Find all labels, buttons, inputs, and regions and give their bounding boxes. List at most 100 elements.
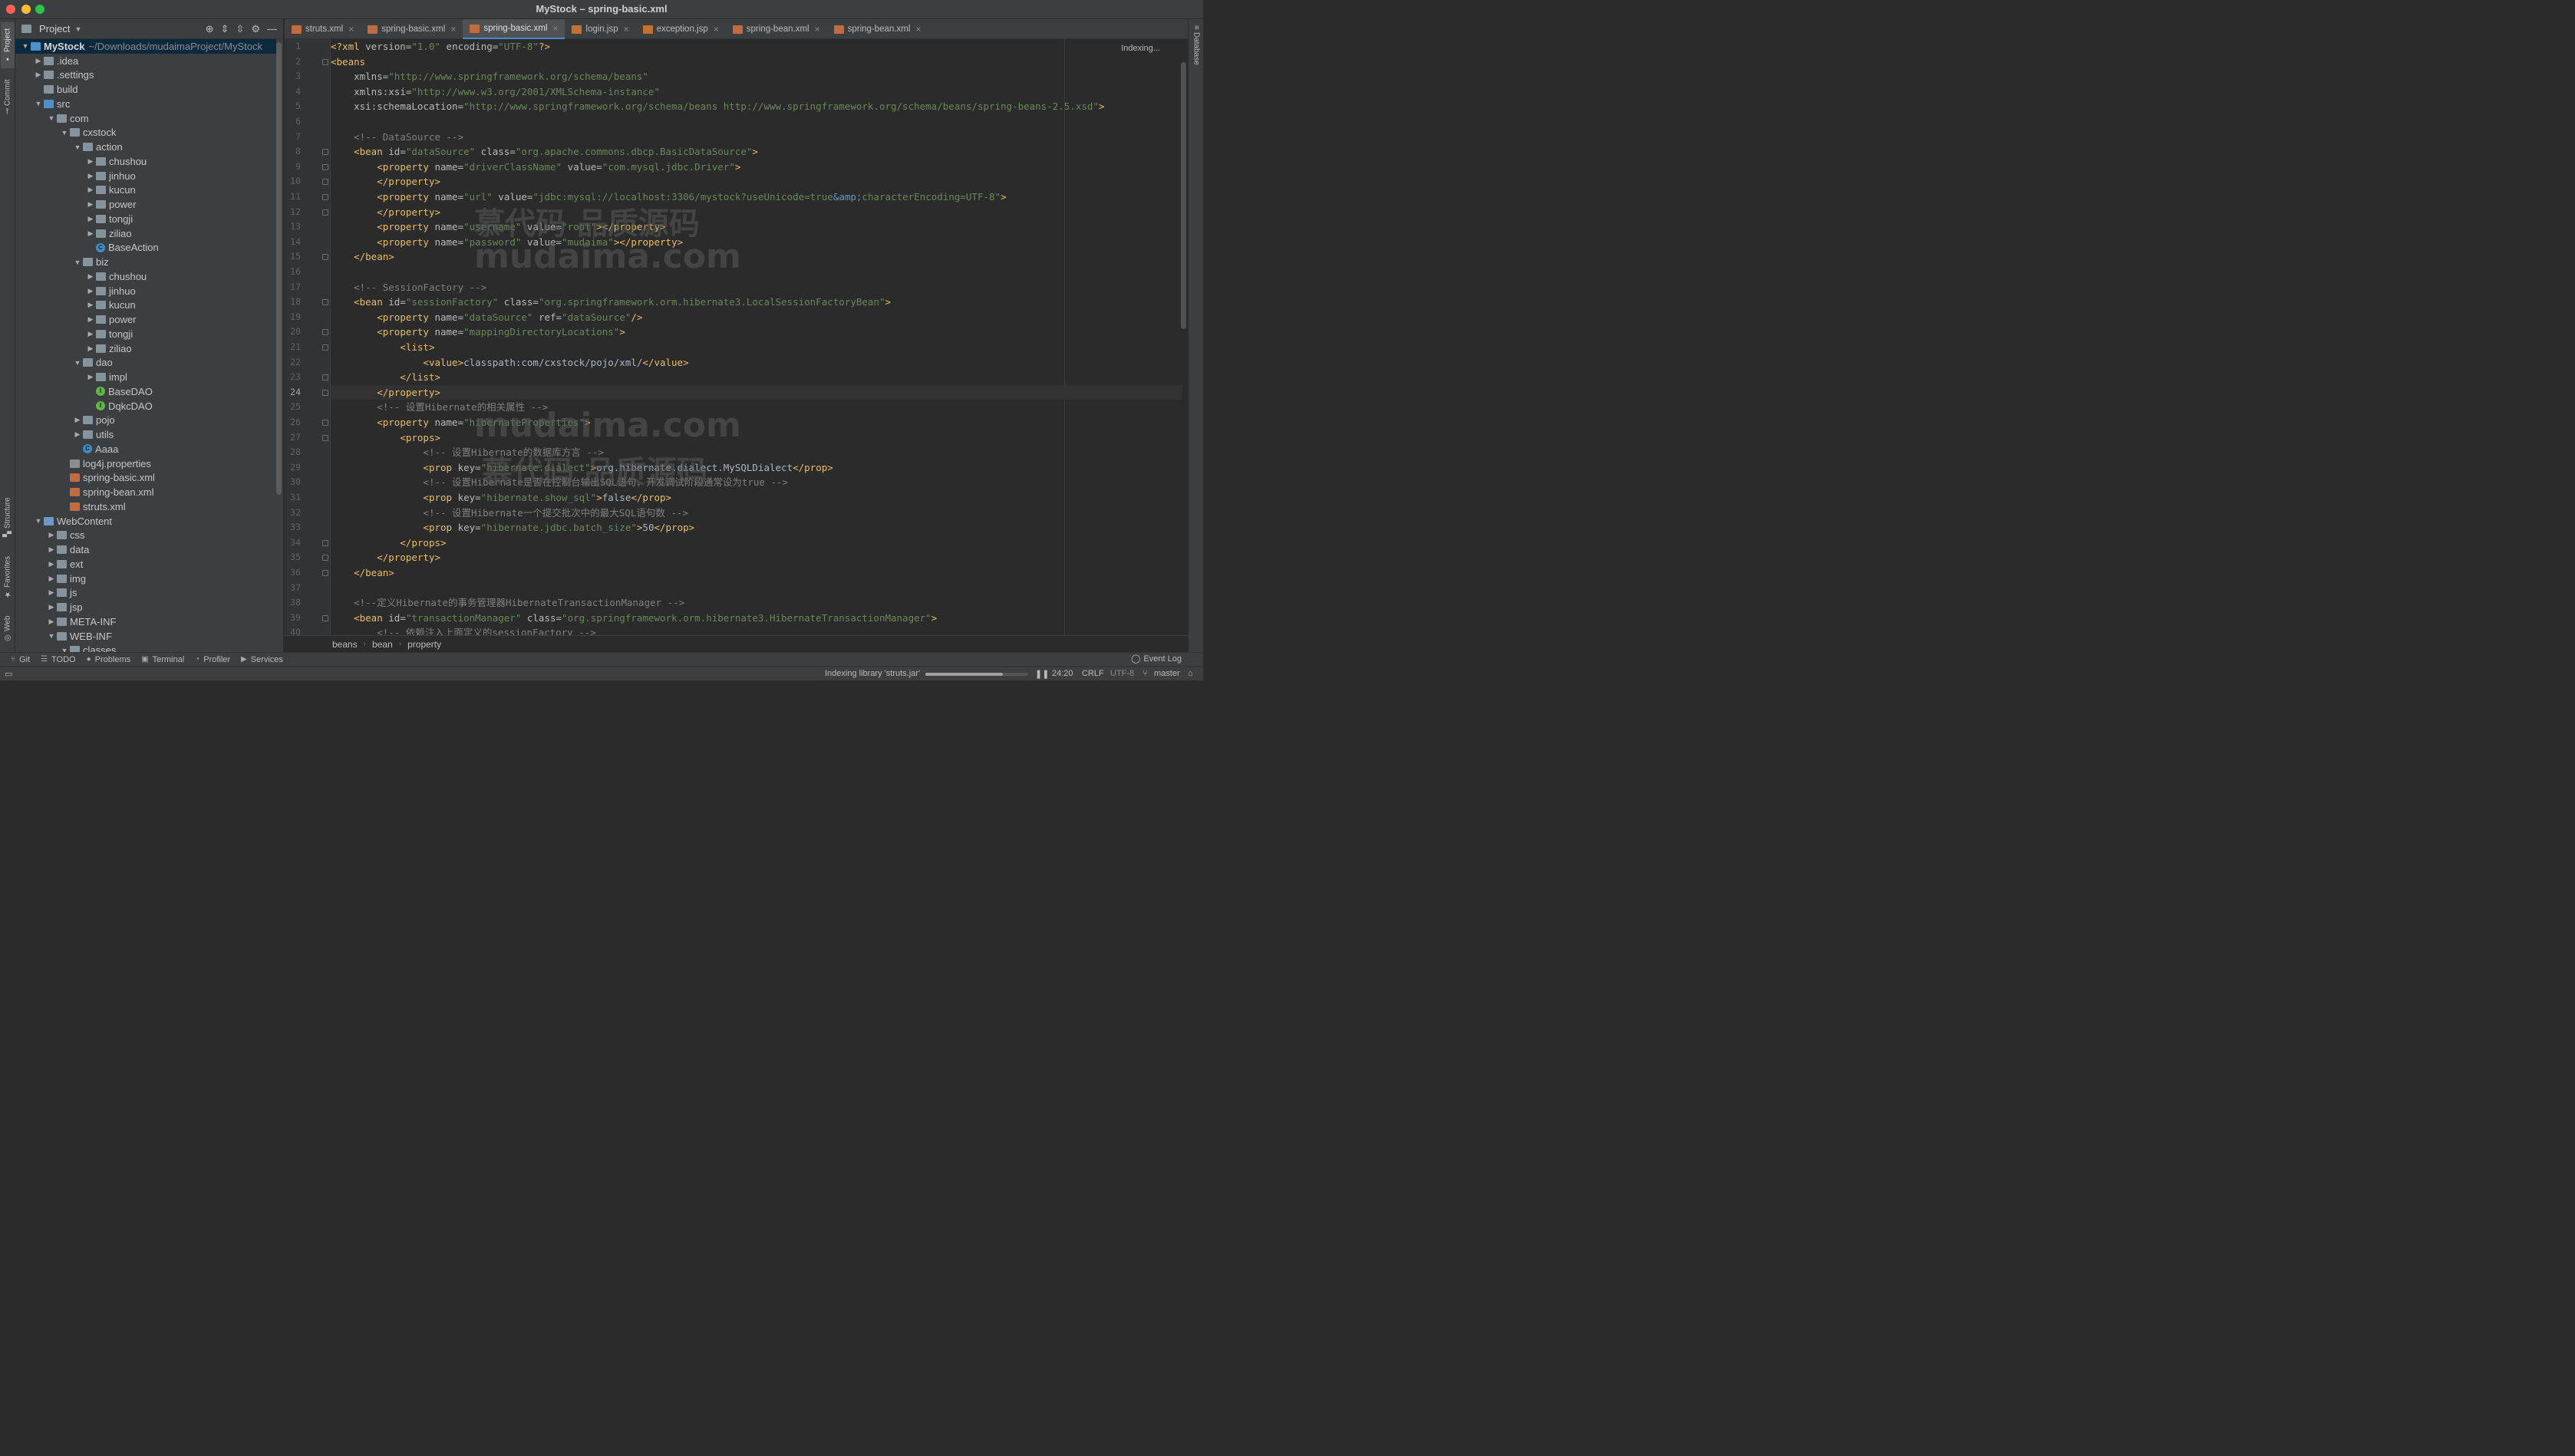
maximize-window-button[interactable] bbox=[35, 5, 45, 14]
fold-marker-icon[interactable] bbox=[322, 614, 328, 621]
chevron-down-icon[interactable]: ▼ bbox=[46, 632, 57, 640]
close-icon[interactable]: × bbox=[450, 24, 456, 35]
fold-marker-icon[interactable] bbox=[322, 434, 328, 441]
code-line[interactable]: <property name="dataSource" ref="dataSou… bbox=[331, 310, 642, 325]
code-line[interactable]: <!-- 设置Hibernate一个提交批次中的最大SQL语句数 --> bbox=[331, 506, 688, 521]
code-line[interactable]: </property> bbox=[331, 174, 440, 189]
tree-item[interactable]: ▼ WEB-INF bbox=[15, 629, 276, 644]
fold-marker-icon[interactable] bbox=[322, 209, 328, 216]
code-line[interactable]: <!--定义Hibernate的事务管理器HibernateTransactio… bbox=[331, 595, 684, 611]
code-line[interactable]: <prop key="hibernate.dialect">org.hibern… bbox=[331, 460, 833, 476]
code-line[interactable]: <?xml version="1.0" encoding="UTF-8"?> bbox=[331, 39, 550, 54]
tree-item[interactable]: struts.xml bbox=[15, 499, 276, 514]
tree-item[interactable]: C Aaaa bbox=[15, 442, 276, 456]
tree-item[interactable]: ▶ power bbox=[15, 197, 276, 212]
web-tool-tab[interactable]: ◎ Web bbox=[1, 611, 15, 647]
chevron-down-icon[interactable]: ▼ bbox=[74, 25, 81, 33]
terminal-tool-button[interactable]: ▣ Terminal bbox=[141, 655, 184, 664]
code-line[interactable]: <property name="mappingDirectoryLocation… bbox=[331, 324, 625, 340]
tree-item[interactable]: ▶ .idea bbox=[15, 54, 276, 68]
code-line[interactable]: <beans bbox=[331, 54, 365, 70]
fold-marker-icon[interactable] bbox=[322, 149, 328, 156]
editor-tab[interactable]: spring-bean.xml × bbox=[827, 19, 928, 39]
code-line[interactable]: <prop key="hibernate.jdbc.batch_size">50… bbox=[331, 520, 694, 535]
tree-item[interactable]: build bbox=[15, 82, 276, 97]
code-line[interactable]: xsi:schemaLocation="http://www.springfra… bbox=[331, 99, 1104, 114]
fold-marker-icon[interactable] bbox=[322, 539, 328, 546]
tree-item[interactable]: C BaseAction bbox=[15, 241, 276, 255]
tree-item[interactable]: ▶ ziliao bbox=[15, 341, 276, 356]
tree-item[interactable]: ▶ jinhuo bbox=[15, 284, 276, 298]
tree-item[interactable]: ▶ kucun bbox=[15, 183, 276, 198]
fold-marker-icon[interactable] bbox=[322, 194, 328, 200]
tree-item[interactable]: ▶ pojo bbox=[15, 413, 276, 428]
tree-item[interactable]: ▼ action bbox=[15, 140, 276, 154]
chevron-right-icon[interactable]: ▶ bbox=[72, 430, 83, 439]
editor-scrollbar[interactable] bbox=[1181, 62, 1186, 329]
panel-toggle-icon[interactable]: ▭ bbox=[5, 669, 12, 679]
tree-item[interactable]: ▶ css bbox=[15, 529, 276, 543]
close-icon[interactable]: × bbox=[714, 24, 719, 35]
tree-item[interactable]: spring-bean.xml bbox=[15, 485, 276, 499]
tree-item[interactable]: ▶ kucun bbox=[15, 298, 276, 313]
chevron-right-icon[interactable]: ▶ bbox=[85, 215, 96, 223]
tree-item[interactable]: ▶ jinhuo bbox=[15, 169, 276, 183]
code-line[interactable]: <prop key="hibernate.show_sql">false</pr… bbox=[331, 490, 671, 506]
chevron-right-icon[interactable]: ▶ bbox=[85, 301, 96, 309]
lock-icon[interactable]: ⌂ bbox=[1188, 669, 1193, 678]
chevron-down-icon[interactable]: ▼ bbox=[72, 259, 83, 266]
code-editor[interactable]: 1 2 3 4 5 6 7 8 9 10 11 12 13 14 15 16 17 18 19 20 21 22 23 24 2… bbox=[285, 39, 1188, 635]
tree-item[interactable]: ▼ classes bbox=[15, 644, 276, 652]
tree-item[interactable]: ▶ tongji bbox=[15, 327, 276, 341]
chevron-down-icon[interactable]: ▼ bbox=[46, 114, 57, 122]
tree-item[interactable]: ▶ img bbox=[15, 572, 276, 586]
close-icon[interactable]: × bbox=[915, 24, 921, 35]
breadcrumb-item[interactable]: property bbox=[407, 639, 441, 650]
fold-marker-icon[interactable] bbox=[322, 420, 328, 426]
git-tool-button[interactable]: ⑂ Git bbox=[11, 655, 30, 664]
tree-item[interactable]: ▶ impl bbox=[15, 370, 276, 384]
chevron-right-icon[interactable]: ▶ bbox=[46, 545, 57, 554]
code-line[interactable]: <property name="driverClassName" value="… bbox=[331, 160, 740, 175]
chevron-down-icon[interactable]: ▼ bbox=[72, 143, 83, 151]
collapse-all-icon[interactable]: ⇳ bbox=[236, 23, 244, 35]
chevron-right-icon[interactable]: ▶ bbox=[85, 287, 96, 295]
chevron-right-icon[interactable]: ▶ bbox=[72, 416, 83, 424]
code-line[interactable]: <!-- SessionFactory --> bbox=[331, 280, 486, 295]
code-area[interactable]: <?xml version="1.0" encoding="UTF-8"?> <b… bbox=[331, 39, 1188, 635]
profiler-tool-button[interactable]: ◔ Profiler bbox=[195, 655, 230, 664]
tree-item[interactable]: ▼ cxstock bbox=[15, 126, 276, 140]
editor-tab[interactable]: spring-bean.xml × bbox=[726, 19, 827, 39]
code-line[interactable]: </property> bbox=[331, 550, 440, 565]
favorites-tool-tab[interactable]: ★ Favorites bbox=[1, 552, 15, 602]
line-number-gutter[interactable]: 1 2 3 4 5 6 7 8 9 10 11 12 13 14 15 16 17 18 19 20 21 22 23 24 2… bbox=[285, 39, 331, 635]
editor-tab[interactable]: spring-basic.xml × bbox=[463, 19, 565, 39]
editor-tab[interactable]: spring-basic.xml × bbox=[361, 19, 463, 39]
commit-tool-tab[interactable]: ⊸ Commit bbox=[1, 74, 15, 119]
tree-item[interactable]: ▼ biz bbox=[15, 255, 276, 269]
chevron-down-icon[interactable]: ▼ bbox=[59, 129, 70, 137]
tree-item[interactable]: ▼ MyStock ~/Downloads/mudaimaProject/MySto… bbox=[15, 39, 276, 54]
editor-tab[interactable]: exception.jsp × bbox=[636, 19, 726, 39]
tree-item[interactable]: ▶ chushou bbox=[15, 154, 276, 169]
code-line[interactable]: <property name="password" value="mudaima… bbox=[331, 235, 683, 250]
todo-tool-button[interactable]: ☰ TODO bbox=[41, 655, 76, 664]
chevron-right-icon[interactable]: ▶ bbox=[46, 575, 57, 583]
chevron-right-icon[interactable]: ▶ bbox=[85, 200, 96, 209]
structure-tool-tab[interactable]: ▚ Structure bbox=[1, 492, 15, 542]
code-line[interactable]: </bean> bbox=[331, 565, 394, 581]
code-line[interactable]: <!-- 依赖注入上面定义的sessionFactory --> bbox=[331, 625, 596, 635]
chevron-right-icon[interactable]: ▶ bbox=[85, 272, 96, 281]
chevron-right-icon[interactable]: ▶ bbox=[46, 531, 57, 539]
tree-item[interactable]: ▶ .settings bbox=[15, 68, 276, 83]
file-encoding[interactable]: UTF-8 bbox=[1110, 669, 1134, 678]
git-branch[interactable]: master bbox=[1154, 669, 1180, 678]
tree-item[interactable]: ▶ jsp bbox=[15, 600, 276, 614]
fold-marker-icon[interactable] bbox=[322, 299, 328, 306]
tree-item[interactable]: I DqkcDAO bbox=[15, 399, 276, 413]
pause-icon[interactable]: ❚❚ bbox=[1035, 669, 1049, 679]
code-line[interactable]: <!-- 设置Hibernate的相关属性 --> bbox=[331, 400, 548, 415]
chevron-right-icon[interactable]: ▶ bbox=[85, 229, 96, 238]
fold-marker-icon[interactable] bbox=[322, 329, 328, 336]
code-line[interactable]: </property> bbox=[331, 205, 440, 220]
